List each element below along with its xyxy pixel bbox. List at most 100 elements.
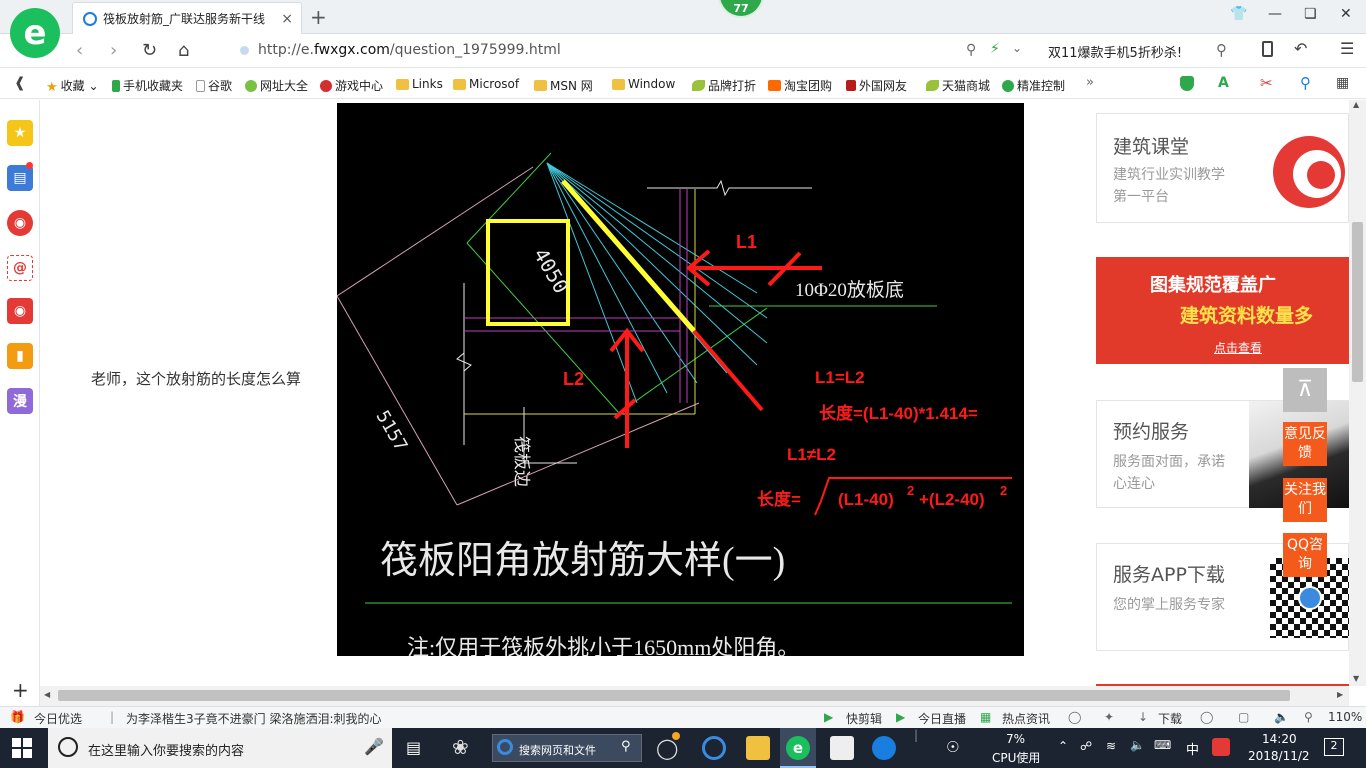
favorites-star-icon[interactable]: ★	[7, 120, 33, 146]
url-field[interactable]: http://e.fwxgx.com/question_1975999.html	[258, 42, 561, 58]
minimize-icon[interactable]: —	[1268, 6, 1282, 22]
pinwheel-icon[interactable]: ❀	[452, 735, 469, 759]
undo-icon[interactable]: ↶	[1294, 39, 1307, 58]
bookmark-item[interactable]: Window	[612, 77, 675, 91]
bookmark-item[interactable]: 天猫商城	[926, 77, 990, 94]
home-icon[interactable]: ⌂	[178, 40, 189, 61]
close-window-icon[interactable]: ✕	[1340, 6, 1352, 22]
bookmark-item[interactable]: 游戏中心	[320, 77, 383, 94]
hot-news-link[interactable]: 热点资讯	[1002, 710, 1050, 727]
mail-icon[interactable]: @	[7, 255, 33, 281]
grid-icon[interactable]: ▦	[1336, 75, 1349, 91]
mail-taskbar-icon[interactable]	[830, 736, 854, 760]
refresh-icon[interactable]: ↻	[142, 40, 157, 61]
today-picks-link[interactable]: 今日优选	[34, 710, 82, 727]
maximize-icon[interactable]: ❏	[1304, 6, 1317, 22]
tab-close-button[interactable]: ×	[281, 11, 293, 27]
manga-icon[interactable]: 漫	[7, 388, 33, 414]
file-explorer-icon[interactable]	[746, 736, 770, 760]
clock-time[interactable]: 14:20	[1262, 732, 1297, 746]
windows-search-box[interactable]: 在这里输入你要搜索的内容 🎤	[48, 728, 392, 768]
zoom-level[interactable]: 110%	[1328, 710, 1362, 724]
task-view-icon[interactable]: ▤	[406, 738, 421, 757]
sidebar-toggle-icon[interactable]: ❰	[14, 75, 26, 91]
scroll-right-icon[interactable]: ▶	[1337, 690, 1343, 699]
window-icon[interactable]: ▢	[1238, 710, 1249, 724]
scroll-left-icon[interactable]: ◀	[44, 690, 50, 699]
scroll-down-icon[interactable]: ▼	[1353, 674, 1359, 683]
more-bookmarks-icon[interactable]: »	[1086, 75, 1094, 90]
active-browser-task[interactable]: e	[780, 728, 816, 768]
card-architecture-class[interactable]: 建筑课堂 建筑行业实训教学第一平台	[1096, 113, 1349, 223]
mobile-icon[interactable]	[1262, 41, 1273, 57]
follow-us-button[interactable]: 关注我们	[1283, 478, 1327, 522]
quick-clip-link[interactable]: 快剪辑	[846, 710, 882, 727]
bookmark-item[interactable]: 谷歌	[196, 77, 232, 94]
volume-icon[interactable]: 🔈	[1130, 738, 1145, 752]
bookmark-item[interactable]: 外国网友	[846, 77, 907, 94]
magnifier-icon[interactable]: ⚲	[1300, 74, 1311, 92]
promo-link[interactable]: 双11爆款手机5折秒杀!	[1048, 42, 1182, 61]
search-icon[interactable]: ⚲	[1216, 41, 1227, 59]
share-icon[interactable]: ⚲	[966, 42, 976, 58]
download-link[interactable]: 下载	[1158, 710, 1182, 727]
taskbar-web-search[interactable]: 搜索网页和文件 ⚲	[492, 734, 642, 762]
back-to-top-button[interactable]: ⊼	[1283, 368, 1327, 412]
forward-icon[interactable]: ›	[110, 40, 117, 61]
scissors-icon[interactable]: ✂	[1260, 74, 1273, 92]
bookmark-item[interactable]: ★ 收藏 ⌄	[46, 77, 99, 96]
zoom-icon[interactable]: ⚲	[1304, 710, 1313, 724]
back-icon[interactable]: ‹	[76, 40, 83, 61]
sogou-icon[interactable]	[1212, 738, 1230, 756]
vertical-scroll-thumb[interactable]	[1352, 222, 1363, 382]
gamepad-icon[interactable]: ◉	[7, 298, 33, 324]
horizontal-scroll-thumb[interactable]	[58, 690, 1290, 701]
menu-icon[interactable]: ☰	[1340, 39, 1354, 58]
ime-indicator[interactable]: 中	[1186, 739, 1199, 758]
notification-center-icon[interactable]: 2	[1324, 738, 1344, 756]
browser-logo[interactable]: e	[10, 8, 60, 58]
vertical-scrollbar[interactable]: ▲ ▼	[1349, 100, 1366, 686]
people-icon[interactable]: ☉	[946, 738, 959, 756]
news-headline-link[interactable]: 为李泽楷生3子竟不进豪门 梁洛施洒泪:刺我的心	[126, 710, 382, 727]
pin-icon[interactable]: ✦	[1104, 710, 1114, 724]
edge-icon[interactable]	[872, 736, 896, 760]
bookmark-item[interactable]: Microsof	[453, 77, 519, 91]
windows-start-icon[interactable]	[12, 738, 32, 758]
feedback-button[interactable]: 意见反馈	[1283, 422, 1327, 466]
scroll-up-icon[interactable]: ▲	[1353, 100, 1359, 109]
tray-expand-icon[interactable]: ⌃	[1058, 739, 1068, 753]
banner-cta[interactable]: 点击查看	[1214, 339, 1262, 356]
bookmark-item[interactable]: 手机收藏夹	[112, 77, 183, 94]
chevron-down-icon[interactable]: ⌄	[1012, 41, 1022, 55]
bookmark-item[interactable]: 网址大全	[245, 77, 308, 94]
weibo-icon[interactable]: ◉	[7, 210, 33, 236]
mute-icon[interactable]: 🔈	[1274, 710, 1289, 724]
clock-date[interactable]: 2018/11/2	[1248, 749, 1310, 763]
lightning-icon[interactable]: ⚡	[990, 41, 1000, 57]
notification-badge[interactable]: 77	[718, 0, 764, 18]
bookmark-item[interactable]: MSN 网	[534, 77, 593, 94]
keyboard-icon[interactable]: ⌨	[1154, 738, 1171, 752]
shield-icon[interactable]	[1180, 76, 1194, 91]
speed-icon[interactable]: ◯	[1068, 710, 1081, 724]
live-link[interactable]: 今日直播	[918, 710, 966, 727]
new-tab-button[interactable]: +	[310, 5, 327, 29]
download-icon[interactable]: ↓	[1138, 710, 1148, 724]
microphone-icon[interactable]: 🎤	[364, 737, 384, 756]
network-icon[interactable]: ☍	[1080, 739, 1092, 753]
bookmark-item[interactable]: Links	[396, 77, 443, 91]
promo-banner[interactable]: 图集规范覆盖广 建筑资料数量多 点击查看	[1096, 257, 1349, 364]
qq-consult-button[interactable]: QQ咨询	[1283, 533, 1327, 577]
bookmark-item[interactable]: 淘宝团购	[768, 77, 832, 94]
notebook-icon[interactable]: ▮	[7, 343, 33, 369]
shirt-icon[interactable]: 👕	[1230, 6, 1247, 22]
ie-mode-icon[interactable]: ◯	[1200, 710, 1213, 724]
wifi-icon[interactable]: ≋	[1106, 739, 1116, 753]
horizontal-scrollbar[interactable]: ◀ ▶	[40, 686, 1349, 706]
translate-icon[interactable]: A	[1218, 75, 1229, 91]
ie-taskbar-icon[interactable]	[702, 736, 726, 760]
add-sidebar-button[interactable]: +	[12, 678, 29, 702]
bookmark-item[interactable]: 精准控制	[1002, 77, 1065, 94]
browser-tab[interactable]: 筏板放射筋_广联达服务新干线 ×	[72, 2, 302, 34]
